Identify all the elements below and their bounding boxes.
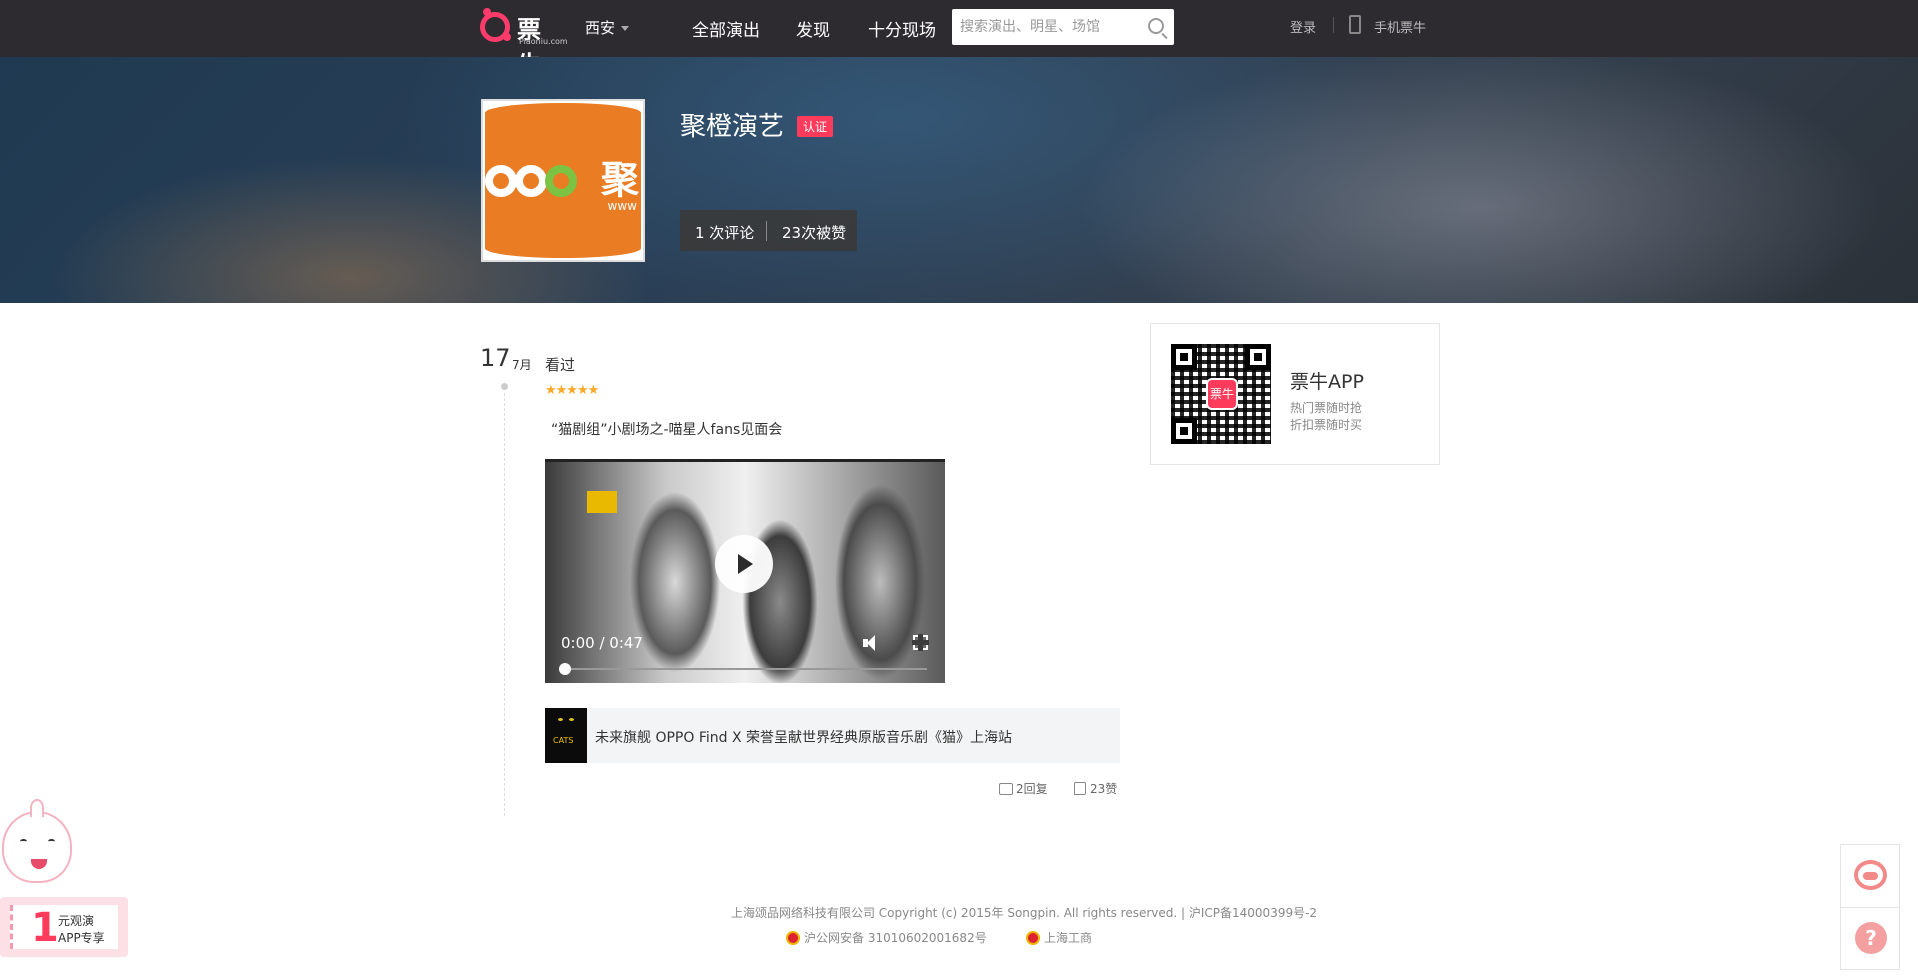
mascot-eye <box>48 839 55 844</box>
promo-ticket-body: 1 元观演 APP专享 <box>10 905 118 949</box>
poster-text: CATS <box>553 736 574 745</box>
avatar-logo: 聚 www <box>485 103 641 258</box>
app-tagline-2: 折扣票随时买 <box>1290 418 1363 432</box>
video-progress-bar[interactable] <box>559 663 927 675</box>
divider <box>1333 17 1334 33</box>
profile-stats: 1 次评论 23次被赞 <box>680 210 857 251</box>
promo-line-1: 元观演 <box>58 914 95 928</box>
reply-count: 2回复 <box>1016 782 1048 796</box>
chevron-down-icon <box>621 26 630 31</box>
business-record: 上海工商 <box>1044 931 1093 945</box>
app-download-card: 票牛 票牛APP 热门票随时抢 折扣票随时买 <box>1150 323 1440 465</box>
logo-subtext: Piaoniu.com <box>519 37 568 46</box>
qr-finder <box>1171 344 1197 370</box>
mascot-mouth <box>31 859 47 869</box>
city-selector[interactable]: 西安 <box>585 17 630 38</box>
footer-police-link[interactable]: 沪公网安备 31010602001682号 <box>786 929 987 946</box>
app-name: 票牛APP <box>1290 371 1364 393</box>
show-link-card[interactable]: CATS 未来旗舰 OPPO Find X 荣誉呈献世界经典原版音乐剧《猫》上海… <box>545 708 1120 763</box>
comment-icon <box>999 783 1013 795</box>
promo-number: 1 <box>31 905 59 951</box>
search-box <box>952 9 1174 45</box>
qr-code: 票牛 <box>1171 344 1271 444</box>
volume-icon[interactable] <box>863 634 881 652</box>
side-tool-panel: ? <box>1840 844 1900 970</box>
city-label: 西安 <box>585 19 616 37</box>
side-divider <box>1841 907 1899 908</box>
login-link[interactable]: 登录 <box>1290 17 1316 36</box>
police-badge-icon <box>786 931 800 945</box>
stat-reviews: 1 次评论 <box>695 224 755 242</box>
like-count: 23赞 <box>1090 782 1118 796</box>
progress-knob[interactable] <box>559 663 571 675</box>
video-player[interactable]: 0:00 / 0:47 <box>545 459 945 683</box>
qr-app-logo: 票牛 <box>1206 378 1238 410</box>
logo-ring-green <box>545 165 577 197</box>
avatar-subtext: www <box>607 199 637 213</box>
organizer-name: 聚橙演艺 <box>680 112 785 142</box>
thumbs-up-icon <box>1074 782 1086 795</box>
mobile-phone-icon <box>1349 15 1361 34</box>
business-badge-icon <box>1026 931 1040 945</box>
promo-line-2: APP专享 <box>58 931 105 945</box>
fullscreen-icon[interactable] <box>912 634 929 651</box>
app-tagline-1: 热门票随时抢 <box>1290 401 1363 415</box>
organizer-avatar: 聚 www <box>481 99 645 262</box>
review-date-day: 17 <box>480 344 511 372</box>
police-record: 沪公网安备 31010602001682号 <box>804 931 987 945</box>
stat-divider <box>766 221 767 241</box>
review-title: “猫剧组”小剧场之-喵星人fans见面会 <box>551 422 783 438</box>
video-frame-detail <box>587 491 617 513</box>
profile-banner <box>0 57 1918 303</box>
search-icon[interactable] <box>1148 18 1164 34</box>
app-promo-float[interactable]: 1 元观演 APP专享 <box>0 799 130 963</box>
logo-ring <box>485 165 517 197</box>
footer-business-link[interactable]: 上海工商 <box>1026 929 1092 946</box>
qr-finder <box>1245 344 1271 370</box>
mascot-eye <box>20 839 27 844</box>
customer-service-icon[interactable] <box>1854 860 1887 890</box>
show-name: 未来旗舰 OPPO Find X 荣誉呈献世界经典原版音乐剧《猫》上海站 <box>595 730 1012 746</box>
review-date-month: 7月 <box>512 358 532 372</box>
logo-ring <box>515 165 547 197</box>
avatar-char: 聚 <box>600 158 639 202</box>
stat-likes: 23次被赞 <box>782 224 847 242</box>
mascot-image <box>2 799 72 883</box>
nav-discover[interactable]: 发现 <box>796 16 830 41</box>
search-input[interactable] <box>952 9 1132 45</box>
footer-copyright: 上海颂品网络科技有限公司 Copyright (c) 2015年 Songpin… <box>730 906 1318 920</box>
review-status: 看过 <box>545 356 576 374</box>
play-icon[interactable] <box>715 535 773 593</box>
like-button[interactable]: 23赞 <box>1074 780 1117 797</box>
qr-finder <box>1171 418 1197 444</box>
video-time: 0:00 / 0:47 <box>561 634 643 652</box>
nav-all-shows[interactable]: 全部演出 <box>692 16 760 41</box>
show-poster: CATS <box>545 708 587 763</box>
promo-ticket: 1 元观演 APP专享 <box>0 897 128 957</box>
rating-stars: ★★★★★ <box>545 383 599 398</box>
nav-live[interactable]: 十分现场 <box>868 16 936 41</box>
reply-button[interactable]: 2回复 <box>999 780 1048 797</box>
logo-icon <box>480 8 511 42</box>
help-icon[interactable]: ? <box>1855 922 1887 954</box>
top-navbar: 票牛 Piaoniu.com 西安 全部演出 发现 十分现场 登录 手机票牛 <box>0 0 1918 79</box>
piaoniu-logo[interactable]: 票牛 Piaoniu.com <box>480 8 568 79</box>
timeline-dot <box>501 383 508 390</box>
mobile-app-link[interactable]: 手机票牛 <box>1374 17 1426 36</box>
timeline-line <box>504 393 505 816</box>
verified-badge: 认证 <box>797 116 834 137</box>
